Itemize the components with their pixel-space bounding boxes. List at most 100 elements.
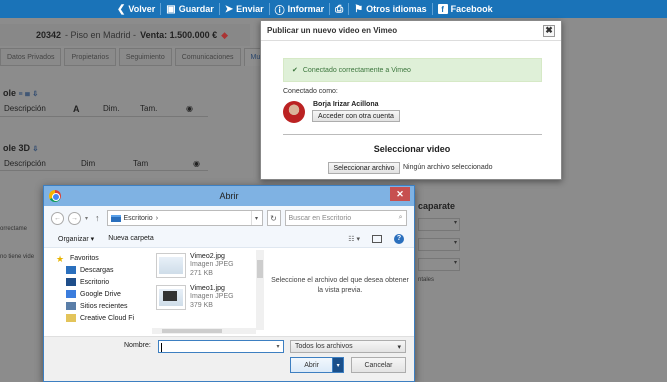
dialog-bottom-bar: Nombre: ▾ Todos los archivos ▾ Abrir ▾ C… bbox=[44, 336, 414, 381]
send-label: Enviar bbox=[236, 4, 264, 14]
send-button[interactable]: ➤ Enviar bbox=[220, 4, 269, 15]
col-description: Descripción bbox=[4, 104, 46, 113]
search-input[interactable]: Buscar en Escritorio ⌕ bbox=[284, 210, 407, 226]
showcase-select-3[interactable]: ▾ bbox=[418, 258, 460, 271]
creative-cloud-icon bbox=[66, 314, 76, 322]
property-code: 20342 bbox=[36, 30, 62, 40]
side-text-success: orrectame bbox=[0, 226, 28, 232]
close-icon[interactable]: ✖ bbox=[543, 24, 555, 37]
col-size: Tam bbox=[133, 159, 149, 168]
back-arrow-icon[interactable]: ← bbox=[51, 211, 64, 225]
back-button[interactable]: ❮ Volver bbox=[112, 4, 160, 15]
search-placeholder: Buscar en Escritorio bbox=[288, 214, 352, 222]
help-icon[interactable]: ? bbox=[394, 233, 404, 244]
col-dim: Dim. bbox=[103, 104, 120, 113]
recent-places-icon bbox=[66, 302, 76, 310]
address-bar[interactable]: Escritorio › ▾ bbox=[106, 210, 263, 226]
check-icon: ✔ bbox=[292, 67, 298, 74]
file-item[interactable]: Vimeo1.jpg Imagen JPEG 379 KB bbox=[156, 285, 234, 310]
select-video-title: Seleccionar video bbox=[373, 144, 451, 154]
address-separator: › bbox=[155, 214, 159, 222]
no-file-selected: Ningún archivo seleccionado bbox=[403, 164, 493, 171]
file-name-input[interactable]: ▾ bbox=[158, 340, 284, 353]
open-file-dialog: Abrir ✕ ← → ▾ ↑ Escritorio › ▾ ↻ Buscar … bbox=[43, 185, 415, 382]
property-header: 20342 - Piso en Madrid - Venta: 1.500.00… bbox=[0, 24, 250, 46]
file-item[interactable]: Vimeo2.jpg Imagen JPEG 271 KB bbox=[156, 253, 234, 278]
file-name-label: Nombre: bbox=[124, 342, 151, 349]
section-title-text: ole bbox=[3, 88, 17, 98]
col-size: Tam. bbox=[140, 104, 158, 113]
tab-owners[interactable]: Propietarios bbox=[64, 48, 116, 66]
showcase-title: caparate bbox=[418, 201, 456, 211]
avatar bbox=[283, 101, 305, 123]
download-icon: ⇩ bbox=[32, 146, 39, 153]
col-description: Descripción bbox=[4, 159, 46, 168]
tree-item-label: Escritorio bbox=[80, 278, 110, 286]
open-button[interactable]: Abrir ▾ bbox=[290, 357, 344, 373]
dialog-close-button[interactable]: ✕ bbox=[390, 187, 410, 201]
property-tabs: Datos Privados Propietarios Seguimiento … bbox=[0, 48, 268, 66]
chevron-down-icon: ▾ bbox=[397, 343, 401, 351]
tab-private-data[interactable]: Datos Privados bbox=[0, 48, 62, 66]
col-dim: Dim bbox=[81, 159, 96, 168]
chevron-down-icon[interactable]: ▾ bbox=[250, 211, 262, 225]
chevron-down-icon[interactable]: ▾ bbox=[332, 358, 343, 372]
view-controls: ☷ ▾ ? bbox=[348, 233, 404, 244]
switch-account-button[interactable]: Acceder con otra cuenta bbox=[312, 110, 400, 122]
file-name: Vimeo1.jpg bbox=[190, 285, 225, 292]
file-size: 379 KB bbox=[190, 302, 213, 309]
report-label: Informar bbox=[287, 4, 325, 14]
flag-icon: ⚑ bbox=[354, 3, 364, 15]
top-toolbar: ❮ Volver ▣ Guardar ➤ Enviar ⓘ Informar ⎙ ⚑ Ot… bbox=[0, 0, 667, 18]
forward-arrow-icon[interactable]: → bbox=[68, 211, 81, 225]
choose-file-button[interactable]: Seleccionar archivo bbox=[328, 162, 400, 174]
file-type: Imagen JPEG bbox=[190, 261, 234, 268]
tree-item-label: Google Drive bbox=[80, 290, 121, 298]
recent-locations-icon[interactable]: ▾ bbox=[85, 215, 88, 222]
print-button[interactable]: ⎙ bbox=[330, 4, 348, 15]
preview-pane-text: Seleccione el archivo del que desea obte… bbox=[271, 277, 409, 294]
user-name: Borja Irizar Acillona bbox=[313, 101, 379, 108]
tree-item-label: Sitios recientes bbox=[80, 302, 128, 310]
file-list-horizontal-scrollbar[interactable] bbox=[152, 328, 256, 334]
facebook-button[interactable]: f Facebook bbox=[433, 4, 498, 14]
property-price: Venta: 1.500.000 € bbox=[140, 30, 218, 40]
section-3d-title-text: ole 3D bbox=[3, 143, 31, 153]
connected-as-label: Conectado como: bbox=[283, 88, 338, 95]
downloads-folder-icon bbox=[66, 266, 76, 274]
divider bbox=[283, 134, 542, 135]
up-arrow-icon[interactable]: ↑ bbox=[95, 213, 100, 223]
showcase-note: ntales bbox=[418, 277, 435, 283]
file-type-select[interactable]: Todos los archivos ▾ bbox=[290, 340, 406, 353]
facebook-label: Facebook bbox=[450, 4, 493, 14]
save-button[interactable]: ▣ Guardar bbox=[161, 4, 218, 15]
tab-tracking[interactable]: Seguimiento bbox=[118, 48, 172, 66]
chevron-down-icon[interactable]: ▾ bbox=[273, 343, 283, 350]
preview-pane-icon[interactable] bbox=[372, 234, 382, 243]
showcase-select-1[interactable]: ▾ bbox=[418, 218, 460, 231]
navigation-bar: ← → ▾ ↑ Escritorio › ▾ ↻ Buscar en Escri… bbox=[44, 206, 414, 230]
open-label: Abrir bbox=[304, 361, 319, 369]
tree-item-label: Descargas bbox=[80, 266, 114, 274]
organize-button[interactable]: Organizar ▾ bbox=[58, 235, 94, 243]
table-3d-header: Descripción Dim Tam ◉ bbox=[0, 157, 208, 171]
new-folder-button[interactable]: Nueva carpeta bbox=[108, 235, 154, 242]
file-size: 271 KB bbox=[190, 270, 213, 277]
tab-communications[interactable]: Comunicaciones bbox=[174, 48, 241, 66]
refresh-icon[interactable]: ↻ bbox=[266, 210, 281, 226]
table-icons: ≡ ≣ ⇩ bbox=[18, 91, 39, 98]
file-type-value: Todos los archivos bbox=[295, 343, 353, 350]
tag-icon: ◆ bbox=[221, 29, 229, 40]
showcase-panel: caparate ▾ ▾ ▾ ntales bbox=[418, 201, 460, 283]
desktop-folder-icon bbox=[110, 214, 121, 222]
success-alert: ✔ Conectado correctamente a Vimeo bbox=[283, 58, 542, 82]
showcase-select-2[interactable]: ▾ bbox=[418, 238, 460, 251]
file-list-scrollbar[interactable] bbox=[256, 250, 264, 330]
cancel-button[interactable]: Cancelar bbox=[351, 357, 406, 373]
table-header: Descripción A Dim. Tam. ◉ bbox=[0, 102, 208, 117]
languages-button[interactable]: ⚑ Otros idiomas bbox=[349, 4, 431, 15]
text-caret bbox=[161, 343, 162, 352]
report-button[interactable]: ⓘ Informar bbox=[270, 2, 330, 17]
view-options-icon[interactable]: ☷ ▾ bbox=[348, 235, 360, 243]
dialog-titlebar: Abrir ✕ bbox=[44, 186, 414, 206]
